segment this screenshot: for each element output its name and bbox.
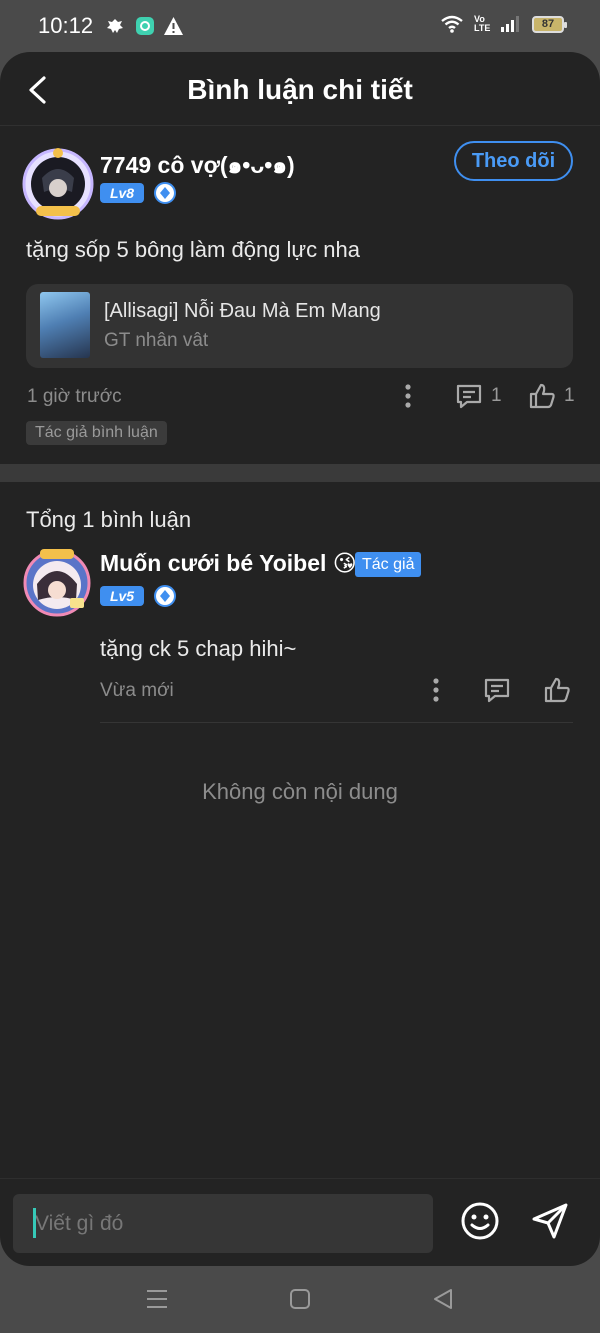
wifi-icon bbox=[441, 15, 463, 33]
text-cursor bbox=[33, 1208, 36, 1238]
reply-divider bbox=[100, 722, 573, 723]
battery-icon: 87 bbox=[532, 15, 567, 33]
avatar[interactable] bbox=[22, 148, 94, 220]
level-badge: Lv8 bbox=[100, 183, 144, 203]
back-nav-button[interactable] bbox=[428, 1284, 458, 1314]
reply-avatar[interactable] bbox=[22, 548, 92, 618]
comment-input[interactable]: Viết gì đó bbox=[13, 1194, 433, 1253]
more-options-icon[interactable] bbox=[398, 383, 418, 409]
thumbs-up-icon[interactable] bbox=[543, 677, 571, 703]
comment-time: 1 giờ trước bbox=[27, 386, 122, 407]
book-cover-image bbox=[40, 292, 90, 358]
battery-level: 87 bbox=[541, 18, 555, 30]
reply-count: 1 bbox=[491, 385, 502, 406]
menu-nav-button[interactable] bbox=[142, 1284, 172, 1314]
warning-icon bbox=[164, 17, 183, 35]
status-bar: 10:12 Vo LTE 87 bbox=[0, 0, 600, 52]
end-of-content-text: Không còn nội dung bbox=[202, 779, 398, 804]
thumbs-up-icon bbox=[529, 383, 555, 409]
avatar-frame-icon bbox=[23, 549, 91, 617]
author-comment-tag: Tác giả bình luận bbox=[26, 421, 167, 445]
reply-time: Vừa mới bbox=[100, 680, 174, 701]
header: Bình luận chi tiết bbox=[0, 52, 600, 126]
avatar-frame-icon bbox=[22, 148, 94, 220]
section-divider bbox=[0, 464, 600, 482]
send-icon bbox=[532, 1203, 568, 1239]
comment-icon[interactable] bbox=[483, 677, 511, 703]
app-notification-icon bbox=[136, 17, 154, 35]
reply-author-name[interactable]: Muốn cưới bé Yoibel 😘 bbox=[100, 550, 357, 577]
comment-input-placeholder: Viết gì đó bbox=[35, 1211, 124, 1235]
comment-icon bbox=[456, 384, 482, 409]
comment-detail-screen: Bình luận chi tiết 7749 cô vợ(๑•ᴗ•๑) Lv8… bbox=[0, 52, 600, 1266]
system-nav-bar bbox=[0, 1266, 600, 1333]
reply-button[interactable]: 1 bbox=[455, 383, 502, 409]
page-title: Bình luận chi tiết bbox=[187, 74, 413, 105]
book-title: [Allisagi] Nỗi Đau Mà Em Mang bbox=[104, 300, 381, 322]
comment-composer: Viết gì đó bbox=[0, 1178, 600, 1266]
signal-icon bbox=[501, 16, 519, 32]
comment-text: tặng sốp 5 bông làm động lực nha bbox=[26, 237, 360, 262]
follow-button[interactable]: Theo dõi bbox=[454, 141, 573, 181]
menu-icon bbox=[147, 1290, 167, 1308]
like-button[interactable]: 1 bbox=[528, 383, 575, 409]
status-time: 10:12 bbox=[38, 13, 94, 38]
like-count: 1 bbox=[564, 385, 575, 406]
bug-icon bbox=[107, 19, 123, 33]
author-badge: Tác giả bbox=[355, 552, 422, 577]
home-nav-button[interactable] bbox=[285, 1284, 315, 1314]
smiley-icon bbox=[461, 1202, 499, 1240]
home-square-icon bbox=[290, 1289, 310, 1309]
emoji-button[interactable] bbox=[456, 1197, 504, 1245]
diamond-icon bbox=[154, 585, 176, 607]
network-label: Vo LTE bbox=[474, 14, 491, 33]
diamond-icon bbox=[154, 182, 176, 204]
more-options-icon[interactable] bbox=[426, 677, 446, 703]
reply-text: tặng ck 5 chap hihi~ bbox=[100, 636, 297, 661]
level-badge: Lv5 bbox=[100, 586, 144, 606]
back-triangle-icon bbox=[434, 1289, 452, 1309]
comment-author-name[interactable]: 7749 cô vợ(๑•ᴗ•๑) bbox=[100, 148, 295, 184]
book-subtitle: GT nhân vât bbox=[104, 330, 209, 351]
send-button[interactable] bbox=[526, 1197, 574, 1245]
replies-count-title: Tổng 1 bình luận bbox=[26, 507, 192, 532]
book-card[interactable]: [Allisagi] Nỗi Đau Mà Em Mang GT nhân vâ… bbox=[26, 284, 573, 368]
